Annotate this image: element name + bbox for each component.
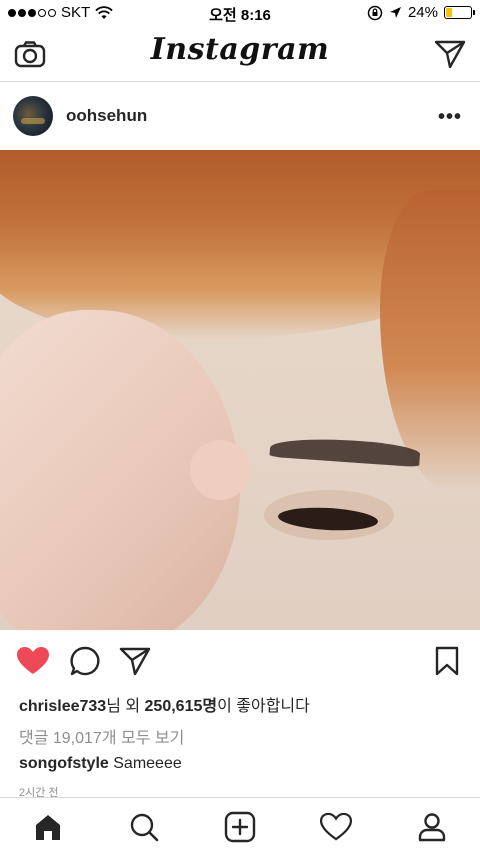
comment-icon: [70, 646, 100, 676]
home-icon: [36, 814, 60, 840]
location-arrow-icon: [389, 7, 401, 18]
more-options-icon[interactable]: •••: [438, 106, 462, 129]
direct-send-icon: [434, 40, 466, 69]
add-icon: [224, 811, 256, 842]
top-navigation-bar: Instagram: [0, 26, 480, 82]
likes-mid-text: 님 외: [106, 698, 145, 715]
save-button[interactable]: [430, 644, 464, 678]
orientation-lock-icon: [367, 5, 383, 20]
post-actions: [0, 630, 480, 692]
likes-user[interactable]: chrislee733: [19, 698, 106, 715]
likes-suffix-text: 이 좋아합니다: [217, 698, 310, 715]
battery-icon: [444, 6, 475, 19]
direct-messages-button[interactable]: [432, 38, 468, 70]
comment-text: Sameeee: [113, 755, 182, 772]
profile-icon: [418, 812, 446, 841]
avatar[interactable]: [13, 96, 53, 136]
like-button[interactable]: [14, 644, 52, 678]
share-button[interactable]: [116, 644, 154, 678]
bookmark-icon: [435, 646, 459, 676]
bottom-tab-bar: [0, 797, 480, 854]
tab-search[interactable]: [96, 798, 192, 855]
photo-eyebrow: [269, 434, 421, 468]
status-bar: SKT 오전 8:16 24%: [0, 0, 480, 26]
tab-home[interactable]: [0, 798, 96, 855]
post-photo[interactable]: [0, 150, 480, 630]
view-all-comments-link[interactable]: 댓글 19,017개 모두 보기: [19, 724, 184, 748]
battery-fill: [446, 8, 452, 17]
tab-activity[interactable]: [288, 798, 384, 855]
photo-finger: [190, 440, 250, 500]
post-header: oohsehun •••: [0, 82, 480, 150]
instagram-logo: Instagram: [150, 32, 330, 67]
direct-send-icon: [119, 647, 151, 676]
post-username[interactable]: oohsehun: [66, 106, 147, 126]
status-right: 24%: [367, 4, 475, 21]
likes-count[interactable]: 250,615명: [145, 698, 218, 715]
comment-item: songofstyle Sameeee: [19, 755, 182, 773]
tab-new-post[interactable]: [192, 798, 288, 855]
heart-icon: [320, 812, 352, 840]
search-icon: [130, 813, 159, 841]
tab-profile[interactable]: [384, 798, 480, 855]
heart-filled-icon: [17, 647, 49, 674]
comment-button[interactable]: [66, 644, 104, 678]
battery-percent: 24%: [407, 4, 438, 21]
likes-summary[interactable]: chrislee733님 외 250,615명이 좋아합니다: [19, 692, 310, 716]
comment-username[interactable]: songofstyle: [19, 755, 109, 772]
